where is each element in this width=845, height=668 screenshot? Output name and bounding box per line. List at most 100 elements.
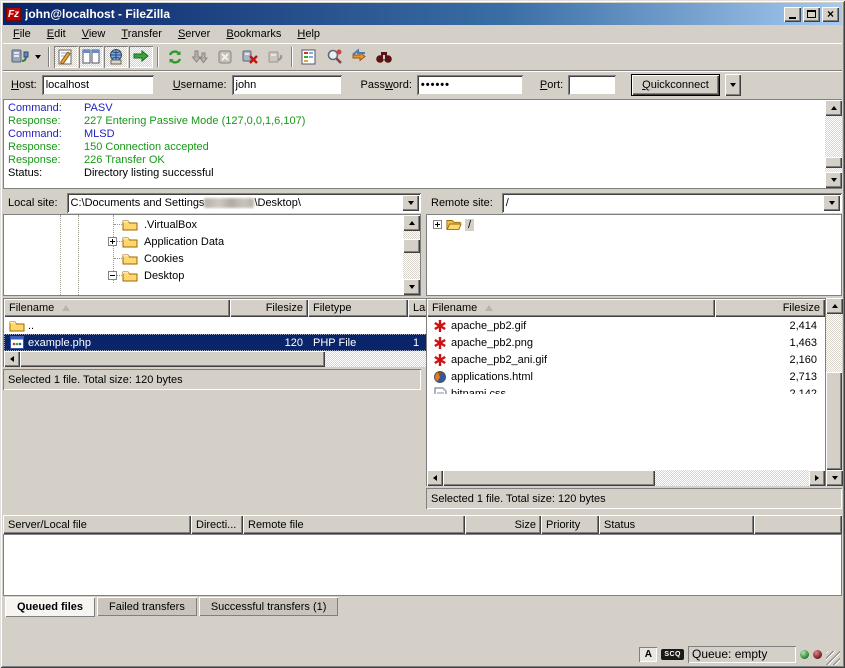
window-title: john@localhost - FileZilla (25, 7, 782, 21)
quickconnect-dropdown[interactable] (725, 74, 741, 96)
compare-directories-button[interactable] (322, 46, 346, 68)
local-list-hscrollbar[interactable] (4, 351, 483, 367)
quickconnect-button[interactable]: Quickconnect (631, 74, 720, 96)
cancel-icon (216, 48, 234, 66)
scroll-right-button[interactable] (809, 470, 825, 486)
close-button[interactable]: × (822, 7, 839, 22)
tree-item-virtualbox[interactable]: .VirtualBox (4, 216, 403, 233)
column-header-server-local-file[interactable]: Server/Local file (3, 515, 191, 534)
site-manager-button[interactable] (7, 46, 31, 68)
scroll-up-button[interactable] (826, 298, 843, 314)
css-file-icon (432, 387, 448, 394)
browser-panes: Local site: C:\Documents and Settings\De… (3, 193, 842, 509)
expand-icon[interactable] (433, 220, 442, 229)
column-header-filetype[interactable]: Filetype (308, 299, 408, 317)
tab-successful-transfers[interactable]: Successful transfers (1) (199, 597, 339, 616)
local-site-combobox[interactable]: C:\Documents and Settings\Desktop\ (67, 193, 421, 213)
scroll-left-button[interactable] (4, 351, 20, 367)
collapse-icon[interactable] (108, 271, 117, 280)
transfer-type-ascii-icon[interactable]: A (639, 647, 657, 662)
queue-list[interactable] (3, 534, 842, 596)
column-header-filesize[interactable]: Filesize (715, 299, 825, 317)
scroll-thumb[interactable] (20, 351, 325, 367)
title-bar[interactable]: Fz john@localhost - FileZilla × (3, 3, 842, 25)
disconnect-icon (241, 48, 259, 66)
disconnect-button[interactable] (238, 46, 262, 68)
menu-file[interactable]: File (5, 26, 39, 42)
username-input[interactable]: john (232, 75, 342, 95)
toggle-remote-tree-button[interactable] (104, 46, 128, 68)
scroll-thumb[interactable] (826, 372, 842, 470)
tree-item-application-data[interactable]: Application Data (4, 233, 403, 250)
menu-edit[interactable]: Edit (39, 26, 74, 42)
expand-icon[interactable] (108, 237, 117, 246)
toggle-message-log-button[interactable] (54, 46, 78, 68)
table-row[interactable]: apache_pb2_ani.gif 2,160 (427, 351, 825, 368)
column-header-status[interactable]: Status (599, 515, 754, 534)
maximize-button[interactable] (803, 7, 820, 22)
remote-site-combobox[interactable]: / (502, 193, 842, 213)
combobox-dropdown-button[interactable] (823, 195, 840, 211)
menu-view[interactable]: View (74, 26, 114, 42)
horizontal-splitter[interactable] (3, 509, 842, 514)
remote-site-label: Remote site: (426, 195, 498, 211)
find-files-button[interactable] (372, 46, 396, 68)
process-queue-button[interactable] (188, 46, 212, 68)
tree-item-cookies[interactable]: Cookies (4, 250, 403, 267)
column-header-filename[interactable]: Filename (4, 299, 230, 317)
site-manager-dropdown[interactable] (32, 46, 44, 68)
log-scrollbar[interactable] (825, 100, 842, 188)
table-row[interactable]: example.php 120 PHP File 1 (4, 334, 483, 351)
menu-bookmarks[interactable]: Bookmarks (218, 26, 289, 42)
column-header-size[interactable]: Size (465, 515, 541, 534)
scroll-down-button[interactable] (826, 470, 843, 486)
scroll-up-button[interactable] (825, 100, 842, 116)
combobox-dropdown-button[interactable] (402, 195, 419, 211)
toggle-local-tree-button[interactable] (79, 46, 103, 68)
synchronized-browsing-button[interactable] (347, 46, 371, 68)
column-header-filesize[interactable]: Filesize (230, 299, 308, 317)
column-header-direction[interactable]: Directi... (191, 515, 243, 534)
scroll-thumb[interactable] (403, 239, 420, 253)
table-row[interactable]: apache_pb2.png 1,463 (427, 334, 825, 351)
host-input[interactable]: localhost (42, 75, 154, 95)
open-folder-icon (446, 218, 462, 232)
menu-help[interactable]: Help (289, 26, 328, 42)
table-row[interactable]: .. (4, 317, 483, 334)
local-tree-scrollbar[interactable] (403, 215, 420, 295)
password-input[interactable]: •••••• (417, 75, 523, 95)
cancel-operation-button[interactable] (213, 46, 237, 68)
resize-grip[interactable] (826, 651, 840, 665)
scroll-down-button[interactable] (825, 172, 842, 188)
apache-icon (432, 353, 448, 367)
local-tree-icon (82, 48, 100, 66)
tab-queued-files[interactable]: Queued files (5, 597, 95, 617)
scroll-left-button[interactable] (427, 470, 443, 486)
menu-server[interactable]: Server (170, 26, 218, 42)
reconnect-button[interactable] (263, 46, 287, 68)
table-row[interactable]: apache_pb2.gif 2,414 (427, 317, 825, 334)
refresh-button[interactable] (163, 46, 187, 68)
remote-list-hscrollbar[interactable] (427, 470, 825, 486)
scroll-down-button[interactable] (403, 279, 420, 295)
scroll-up-button[interactable] (403, 215, 420, 231)
column-header-priority[interactable]: Priority (541, 515, 599, 534)
filezilla-window: Fz john@localhost - FileZilla × File Edi… (0, 0, 845, 668)
remote-list-scrollbar[interactable] (825, 298, 842, 486)
toggle-queue-button[interactable] (129, 46, 153, 68)
scroll-thumb[interactable] (825, 157, 842, 168)
column-header-remote-file[interactable]: Remote file (243, 515, 465, 534)
table-row[interactable]: bitnami.css 2,142 (427, 385, 825, 394)
port-input[interactable] (568, 75, 616, 95)
tree-item-desktop[interactable]: Desktop (4, 267, 403, 284)
menu-bar: File Edit View Transfer Server Bookmarks… (3, 25, 842, 44)
scroll-thumb[interactable] (443, 470, 655, 486)
menu-transfer[interactable]: Transfer (113, 26, 170, 42)
tab-failed-transfers[interactable]: Failed transfers (97, 597, 197, 616)
table-row[interactable]: applications.html 2,713 (427, 368, 825, 385)
minimize-button[interactable] (784, 7, 801, 22)
tree-item-root[interactable]: / (427, 216, 841, 233)
speed-limits-icon[interactable]: SCQ (661, 649, 684, 660)
directory-listing-filters-button[interactable] (297, 46, 321, 68)
column-header-filename[interactable]: Filename (427, 299, 715, 317)
